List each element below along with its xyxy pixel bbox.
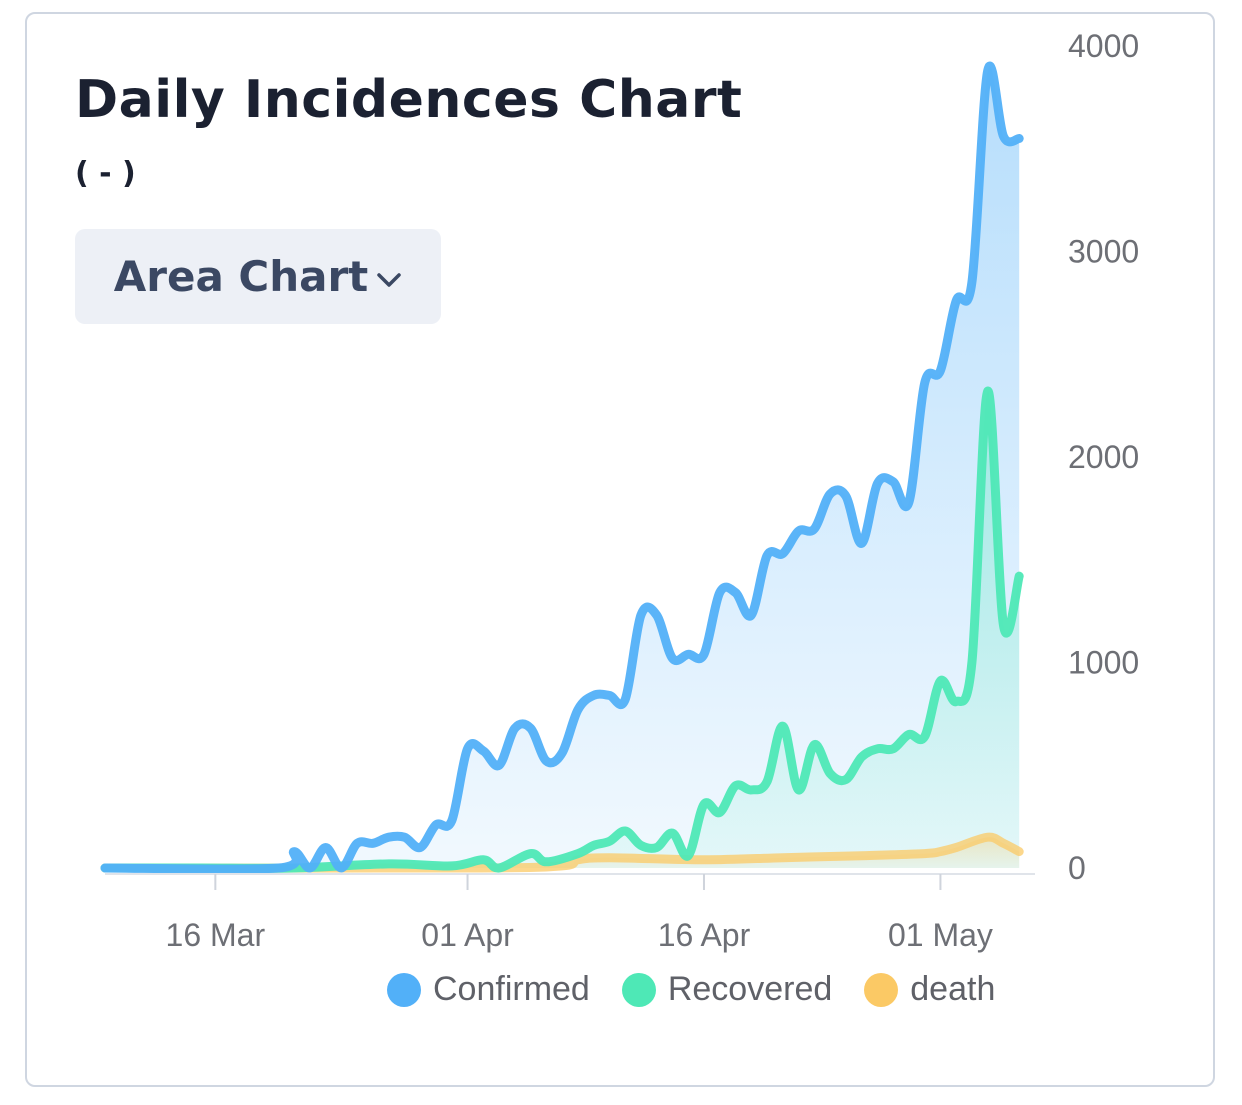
legend-dot-death [864, 972, 899, 1007]
legend-label-recovered: Recovered [667, 970, 833, 1008]
x-tick-label: 01 Apr [421, 917, 514, 953]
legend-label-confirmed: Confirmed [433, 970, 590, 1008]
chart-legend: Confirmed Recovered death [387, 970, 1027, 1009]
legend-item-recovered[interactable]: Recovered [621, 970, 833, 1009]
y-tick-label: 0 [1068, 850, 1086, 886]
legend-dot-confirmed [387, 972, 421, 1007]
legend-item-confirmed[interactable]: Confirmed [387, 970, 590, 1009]
x-tick-label: 16 Mar [166, 917, 266, 953]
x-tick-label: 01 May [888, 917, 993, 953]
y-tick-label: 1000 [1068, 645, 1139, 681]
area-chart: 16 Mar 01 Apr 16 Apr 01 May 0 1000 2000 3000 400… [100, 28, 1139, 953]
legend-item-death[interactable]: death [864, 970, 995, 1009]
x-tick-label: 16 Apr [658, 917, 751, 953]
y-tick-label: 2000 [1068, 439, 1139, 475]
legend-label-death: death [910, 970, 996, 1008]
y-tick-label: 4000 [1068, 28, 1139, 64]
legend-dot-recovered [621, 972, 656, 1007]
y-tick-label: 3000 [1068, 234, 1139, 270]
